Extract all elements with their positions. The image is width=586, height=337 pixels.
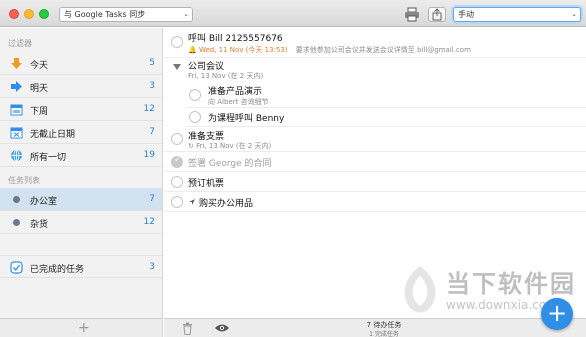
lists-header: 任务列表	[8, 176, 40, 185]
sidebar-item-no-due-date[interactable]: 无截止日期 7	[0, 121, 162, 144]
sidebar-item-count: 3	[149, 262, 155, 272]
sidebar-item-count: 3	[149, 81, 155, 91]
arrow-down-icon	[11, 58, 22, 69]
chevron-down-icon: ⌄	[183, 10, 189, 18]
task-row-call-bill[interactable]: 呼叫 Bill 2125557676 🔔 Wed, 11 Nov (今天 13:…	[164, 28, 586, 58]
sidebar-item-count: 5	[149, 58, 155, 68]
list-dot-icon	[13, 196, 20, 203]
sync-selector-value: 与 Google Tasks 同步	[64, 10, 146, 19]
add-task-button[interactable]: +	[541, 298, 573, 330]
task-due-date: Fri, 13 Nov (在 2 天内)	[188, 72, 264, 80]
sidebar-item-label: 明天	[30, 84, 49, 94]
sidebar-item-groceries[interactable]: 杂货 12	[0, 211, 162, 234]
sidebar-item-count: 12	[143, 217, 155, 227]
task-note: 要求他参加公司会议并发送会议详情至 bill@gmail.com	[295, 46, 471, 54]
calendar-week-icon	[10, 104, 23, 116]
task-subtitle: 🔔 Wed, 11 Nov (今天 13:53) 要求他参加公司会议并发送会议详…	[188, 45, 471, 55]
task-title: 预订机票	[188, 179, 225, 189]
task-due-date: Wed, 11 Nov (今天 13:53)	[198, 46, 288, 54]
completed-tasks-count: 1 完成任务	[369, 331, 399, 337]
share-icon	[432, 8, 442, 21]
task-list: 呼叫 Bill 2125557676 🔔 Wed, 11 Nov (今天 13:…	[164, 28, 586, 318]
minimize-window-button[interactable]	[24, 9, 34, 19]
sidebar-item-count: 7	[149, 194, 155, 204]
task-title: 准备产品演示	[208, 87, 263, 97]
sidebar-item-count: 12	[143, 104, 155, 114]
task-row-call-benny[interactable]: 为课程呼叫 Benny	[186, 108, 586, 127]
task-checkbox[interactable]	[171, 36, 183, 48]
sidebar-item-count: 19	[143, 150, 155, 160]
sidebar-item-tomorrow[interactable]: 明天 3	[0, 75, 162, 98]
sidebar-item-completed[interactable]: 已完成的任务 3	[0, 255, 162, 278]
task-checkbox[interactable]	[171, 133, 183, 145]
printer-icon	[405, 7, 419, 22]
task-subtitle: ↻ Fri, 13 Nov (在 2 天内)	[188, 141, 271, 151]
location-icon	[189, 199, 195, 205]
sidebar-item-label: 今天	[30, 61, 49, 71]
task-list-footer: 7 待办任务 1 完成任务	[164, 318, 586, 337]
task-row-company-meeting[interactable]: 公司会议 Fri, 13 Nov (在 2 天内)	[164, 58, 586, 82]
task-due-date: Fri, 13 Nov (在 2 天内)	[196, 142, 272, 150]
task-checkbox[interactable]	[189, 111, 201, 123]
task-row-george-contract[interactable]: 签署 George 的合同	[164, 152, 586, 172]
add-list-button[interactable]: +	[78, 319, 90, 337]
task-checkbox[interactable]	[189, 89, 201, 101]
zoom-window-button[interactable]	[39, 9, 49, 19]
task-title: 签署 George 的合同	[188, 159, 272, 169]
sidebar-item-label: 已完成的任务	[30, 265, 85, 275]
sort-selector-value: 手动	[458, 10, 474, 19]
task-note: 向 Albert 咨询细节	[208, 98, 269, 106]
arrow-right-icon	[11, 81, 22, 92]
eye-icon[interactable]	[214, 323, 230, 333]
sidebar: 过滤器 今天 5 明天 3 下周 12 无截止日期 7 所有一切 19 任务列表…	[0, 28, 163, 318]
task-row-book-flight[interactable]: 预订机票	[164, 172, 586, 192]
task-title: 呼叫 Bill 2125557676	[188, 34, 283, 44]
sidebar-footer: +	[0, 318, 163, 337]
sidebar-item-office[interactable]: 办公室 7	[0, 188, 162, 211]
trash-icon[interactable]	[182, 322, 193, 335]
repeat-icon: ↻	[188, 142, 194, 150]
task-row-office-supplies[interactable]: 购买办公用品	[164, 192, 586, 212]
task-checkbox[interactable]	[171, 176, 183, 188]
task-title: 为课程呼叫 Benny	[208, 114, 285, 124]
globe-icon	[11, 149, 22, 162]
task-checkbox-checked[interactable]	[171, 155, 183, 168]
task-row-product-demo[interactable]: 准备产品演示 向 Albert 咨询细节	[186, 82, 586, 108]
calendar-x-icon	[10, 127, 23, 139]
sidebar-item-label: 无截止日期	[30, 130, 76, 140]
sidebar-item-count: 7	[149, 127, 155, 137]
filters-header: 过滤器	[8, 39, 32, 48]
sidebar-item-next-week[interactable]: 下周 12	[0, 98, 162, 121]
sidebar-item-label: 办公室	[30, 197, 58, 207]
disclosure-triangle-icon[interactable]	[173, 64, 181, 70]
task-row-prepare-check[interactable]: 准备支票 ↻ Fri, 13 Nov (在 2 天内)	[164, 127, 586, 152]
chevron-down-icon: ⌄	[571, 10, 577, 18]
sync-selector[interactable]: 与 Google Tasks 同步 ⌄	[59, 7, 193, 22]
close-window-button[interactable]	[9, 9, 19, 19]
bell-icon: 🔔	[188, 46, 197, 54]
sidebar-item-label: 杂货	[30, 220, 49, 230]
share-button[interactable]	[428, 7, 446, 22]
sidebar-item-today[interactable]: 今天 5	[0, 52, 162, 75]
sidebar-item-label: 所有一切	[30, 153, 67, 163]
task-checkbox[interactable]	[171, 196, 183, 208]
toolbar: 与 Google Tasks 同步 ⌄ 手动 ⌄	[0, 0, 586, 27]
print-button[interactable]	[404, 7, 420, 22]
sort-selector[interactable]: 手动 ⌄	[453, 7, 581, 22]
task-title: 购买办公用品	[199, 199, 254, 209]
sidebar-item-label: 下周	[30, 107, 49, 117]
sidebar-item-everything[interactable]: 所有一切 19	[0, 144, 162, 167]
list-dot-icon	[13, 219, 20, 226]
checkbox-icon	[10, 261, 23, 274]
